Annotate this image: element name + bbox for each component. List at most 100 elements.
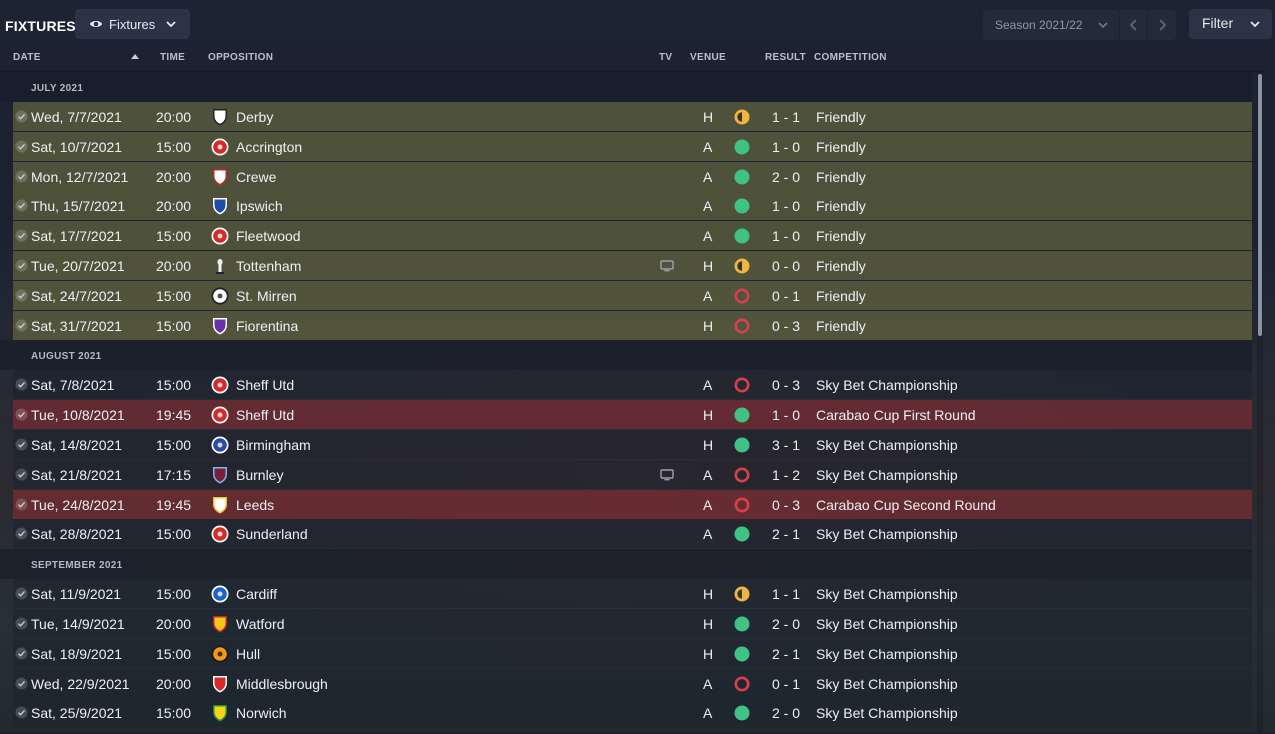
view-selector-button[interactable]: Fixtures — [75, 9, 190, 39]
fixture-row[interactable]: Tue, 24/8/2021 19:45 Leeds A 0 - 3 Carabao Cu… — [13, 489, 1252, 519]
played-check-icon — [15, 319, 28, 332]
fixture-row[interactable]: Thu, 15/7/2021 20:00 Ipswich A 1 - 0 Friendly — [13, 191, 1252, 221]
fixture-row[interactable]: Sat, 11/9/2021 15:00 Cardiff H 1 - 1 Sky Bet … — [13, 579, 1252, 609]
result-score: 1 - 0 — [772, 198, 801, 215]
fixture-row[interactable]: Wed, 7/7/2021 20:00 Derby H 1 - 1 Friendly — [13, 102, 1252, 131]
fixture-row[interactable]: Sat, 21/8/2021 17:15 Burnley A 1 - 2 Sky Bet … — [13, 459, 1252, 489]
venue-label: H — [703, 317, 714, 334]
st-mirren-crest-icon — [211, 287, 229, 305]
win-result-icon — [734, 407, 750, 423]
played-check-icon — [15, 706, 28, 719]
win-result-icon — [734, 228, 750, 244]
venue-label: A — [703, 466, 713, 483]
month-header: SEPTEMBER 2021 — [0, 549, 1252, 580]
win-result-icon — [734, 646, 750, 662]
fixture-row[interactable]: Sat, 17/7/2021 15:00 Fleetwood A 1 - 0 Friend… — [13, 221, 1252, 251]
result-score: 1 - 0 — [772, 138, 801, 155]
venue-label: H — [703, 586, 714, 603]
fixture-row[interactable]: Tue, 20/7/2021 20:00 Tottenham H 0 - 0 Friend… — [13, 251, 1252, 280]
fixture-date: Wed, 7/7/2021 — [31, 109, 122, 125]
opponent-name: Norwich — [236, 705, 287, 722]
fixture-date: Sat, 14/8/2021 — [31, 437, 123, 453]
fixture-row[interactable]: Sat, 28/8/2021 15:00 Sunderland A 2 - 1 Sky B… — [13, 519, 1252, 549]
played-check-icon — [15, 170, 28, 183]
month-header: AUGUST 2021 — [0, 340, 1252, 371]
chevron-down-icon — [166, 21, 176, 28]
played-check-icon — [15, 677, 28, 690]
competition-name: Sky Bet Championship — [816, 675, 958, 692]
column-header-competition[interactable]: COMPETITION — [814, 52, 887, 63]
column-header-date[interactable]: DATE — [13, 52, 41, 63]
top-bar: FIXTURES Fixtures Season 2021/22 Filter — [0, 0, 1275, 48]
fixture-row[interactable]: Sat, 25/9/2021 15:00 Norwich A 2 - 0 Sky Bet … — [13, 698, 1252, 728]
filter-label: Filter — [1202, 15, 1234, 31]
draw-result-icon — [734, 109, 750, 125]
fixture-row[interactable]: Sat, 14/8/2021 15:00 Birmingham H 3 - 1 Sky B… — [13, 430, 1252, 459]
column-header-venue[interactable]: VENUE — [690, 52, 726, 63]
fixture-time: 20:00 — [156, 109, 192, 125]
fiorentina-crest-icon — [213, 317, 227, 335]
opponent-name: Sunderland — [236, 526, 308, 543]
column-header-opposition[interactable]: OPPOSITION — [208, 52, 273, 63]
sunderland-crest-icon — [211, 525, 229, 543]
filter-button[interactable]: Filter — [1189, 9, 1272, 39]
fixture-date: Tue, 10/8/2021 — [31, 407, 125, 424]
venue-label: A — [703, 228, 713, 245]
played-check-icon — [15, 289, 28, 302]
venue-label: H — [703, 437, 714, 453]
column-header-result[interactable]: RESULT — [765, 52, 806, 63]
loss-result-icon — [734, 497, 750, 513]
fixture-row[interactable]: Sat, 24/7/2021 15:00 St. Mirren A 0 - 1 Frien… — [13, 280, 1252, 310]
played-check-icon — [15, 408, 28, 421]
win-result-icon — [734, 139, 750, 155]
loss-result-icon — [734, 318, 750, 334]
opponent-name: Derby — [236, 109, 274, 125]
tv-icon — [660, 469, 674, 481]
next-season-button[interactable] — [1147, 10, 1176, 40]
draw-result-icon — [734, 586, 750, 602]
fixture-time: 15:00 — [156, 287, 192, 304]
crewe-crest-icon — [213, 168, 227, 186]
fixture-row[interactable]: Sat, 18/9/2021 15:00 Hull H 2 - 1 Sky Bet Cha… — [13, 638, 1252, 668]
venue-label: A — [703, 496, 713, 513]
competition-name: Friendly — [816, 228, 866, 245]
opponent-name: Burnley — [236, 466, 284, 483]
scrollbar-thumb[interactable] — [1258, 74, 1262, 336]
season-selector[interactable]: Season 2021/22 — [983, 10, 1119, 40]
opponent-name: Birmingham — [236, 437, 311, 453]
result-score: 0 - 3 — [772, 317, 801, 334]
middlesbrough-crest-icon — [213, 675, 227, 693]
fixture-date: Sat, 18/9/2021 — [31, 645, 123, 662]
result-score: 2 - 0 — [772, 616, 801, 632]
fixture-row[interactable]: Sat, 31/7/2021 15:00 Fiorentina H 0 - 3 Frien… — [13, 310, 1252, 340]
fixture-time: 20:00 — [156, 258, 192, 274]
result-score: 0 - 1 — [772, 287, 801, 304]
result-score: 3 - 1 — [772, 437, 801, 453]
opponent-name: Accrington — [236, 138, 303, 155]
sort-ascending-icon — [131, 54, 139, 59]
column-header-tv[interactable]: TV — [659, 52, 672, 63]
fixture-time: 20:00 — [156, 675, 192, 692]
fixture-row[interactable]: Wed, 22/9/2021 20:00 Middlesbrough A 0 - 1 Sk… — [13, 668, 1252, 698]
fixture-time: 15:00 — [156, 705, 192, 722]
fixture-row[interactable]: Tue, 14/9/2021 20:00 Watford H 2 - 0 Sky Bet … — [13, 609, 1252, 638]
result-score: 0 - 3 — [772, 496, 801, 513]
fixture-date: Sat, 21/8/2021 — [31, 466, 123, 483]
competition-name: Sky Bet Championship — [816, 526, 958, 543]
fixture-row[interactable]: Sat, 10/7/2021 15:00 Accrington A 1 - 0 Frien… — [13, 131, 1252, 161]
competition-name: Friendly — [816, 317, 866, 334]
result-score: 2 - 0 — [772, 168, 801, 185]
ipswich-crest-icon — [213, 198, 227, 215]
win-result-icon — [734, 169, 750, 185]
fixture-row[interactable]: Mon, 12/7/2021 20:00 Crewe A 2 - 0 Friendly — [13, 161, 1252, 191]
fixture-time: 15:00 — [156, 645, 192, 662]
fixture-row[interactable]: Tue, 10/8/2021 19:45 Sheff Utd H 1 - 0 Caraba… — [13, 400, 1252, 430]
played-check-icon — [15, 378, 28, 391]
opponent-name: Crewe — [236, 168, 277, 185]
previous-season-button[interactable] — [1119, 10, 1148, 40]
fixture-date: Sat, 24/7/2021 — [31, 287, 123, 304]
fixture-time: 15:00 — [156, 437, 192, 453]
fixture-row[interactable]: Sat, 7/8/2021 15:00 Sheff Utd A 0 - 3 Sky Bet… — [13, 370, 1252, 400]
column-header-time[interactable]: TIME — [160, 52, 185, 63]
venue-label: A — [703, 287, 713, 304]
